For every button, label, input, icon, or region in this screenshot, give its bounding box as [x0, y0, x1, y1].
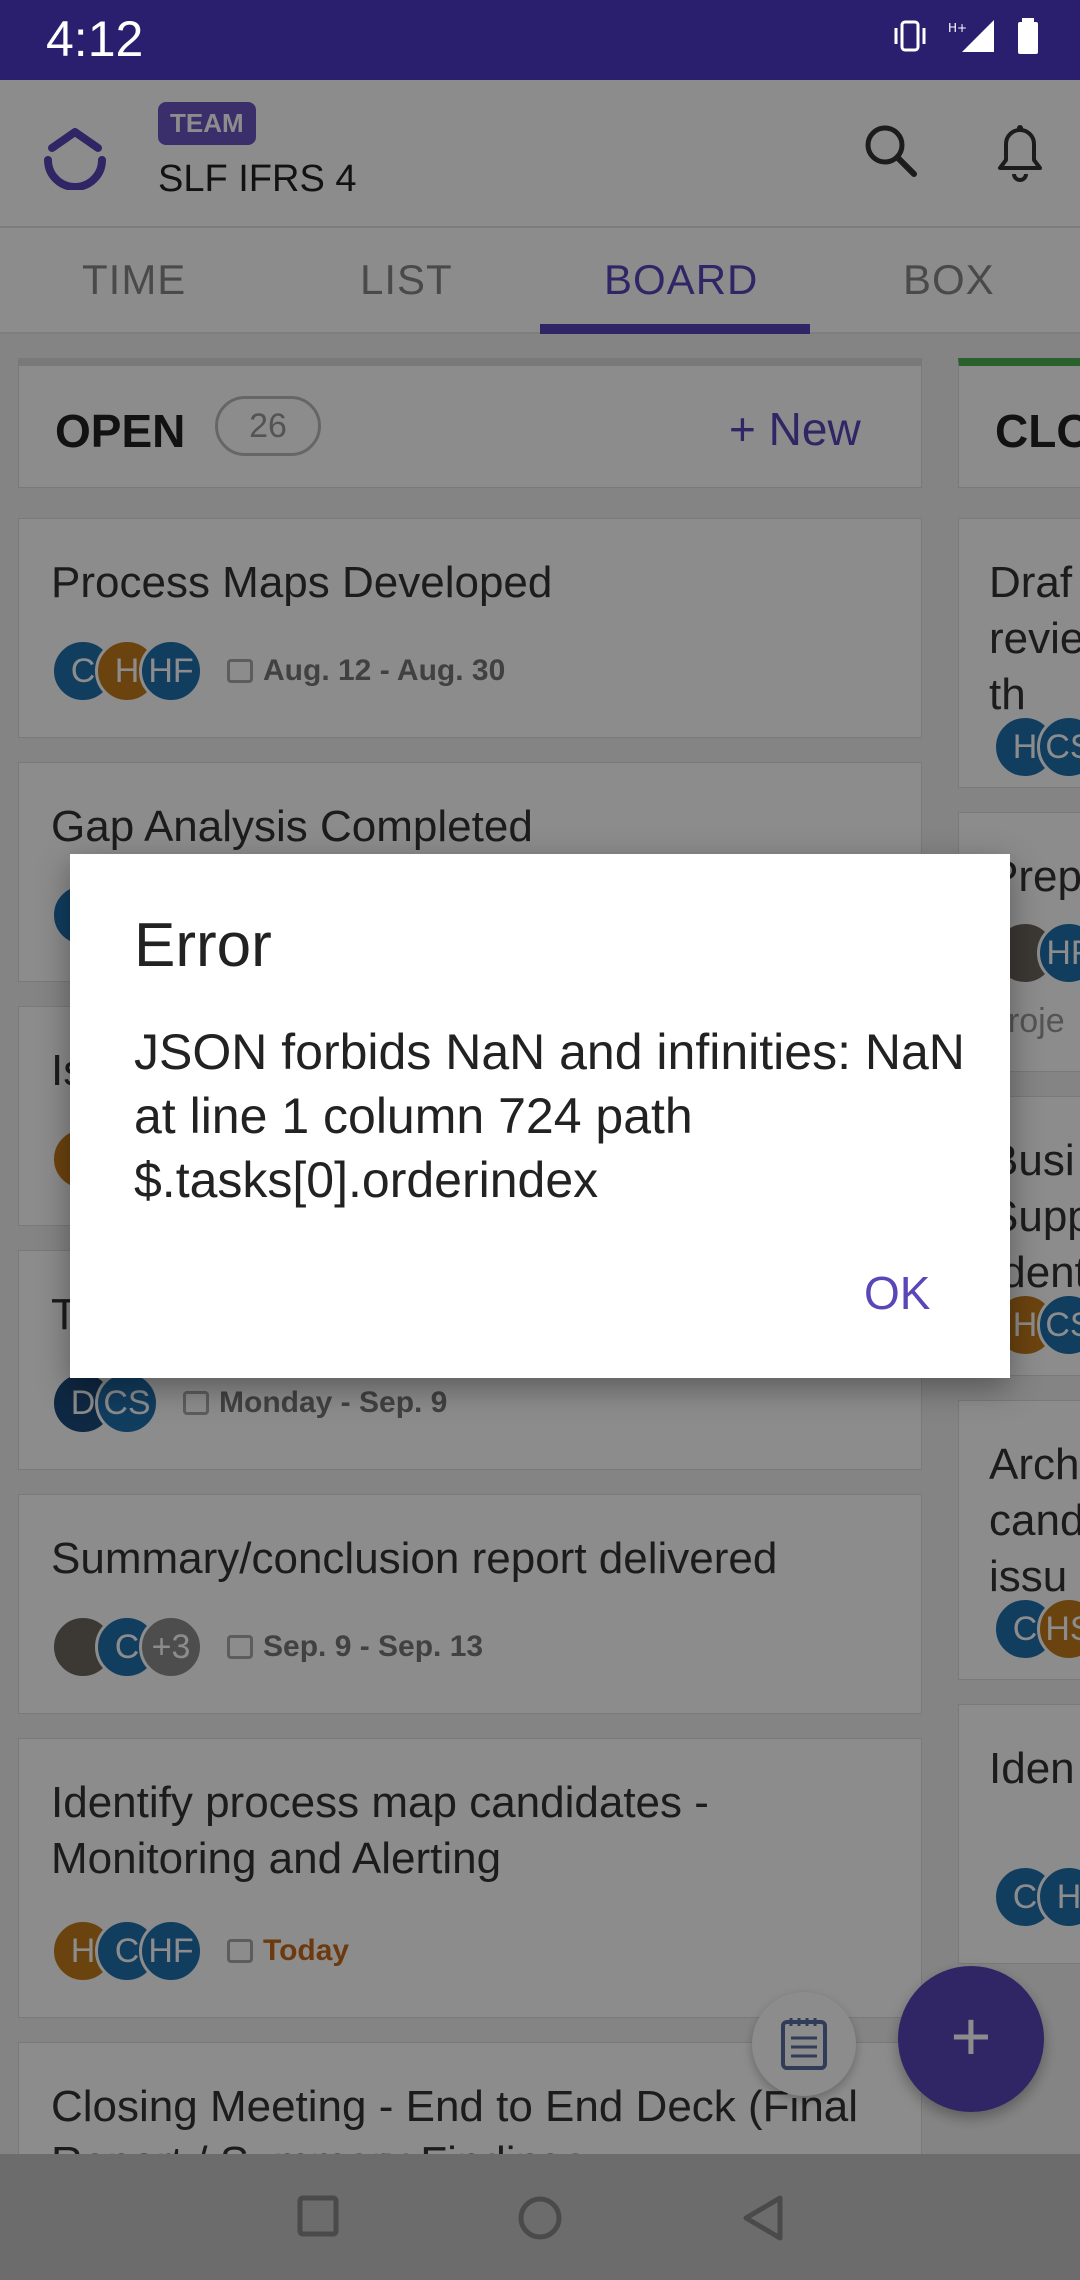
- system-nav-bar: [0, 2154, 1080, 2280]
- vibrate-icon: [894, 20, 926, 52]
- signal-icon: H+: [948, 20, 994, 52]
- status-time: 4:12: [46, 11, 144, 67]
- dialog-message: JSON forbids NaN and infinities: NaN at …: [134, 1024, 965, 1208]
- back-icon[interactable]: [740, 2194, 786, 2242]
- status-bar: 4:12 H+: [0, 0, 1080, 80]
- status-icons: H+: [890, 16, 1040, 56]
- svg-text:H+: H+: [948, 21, 967, 35]
- dialog-title: Error: [134, 911, 272, 980]
- home-icon[interactable]: [516, 2194, 564, 2242]
- ok-button[interactable]: OK: [864, 1266, 930, 1320]
- recents-icon[interactable]: [296, 2194, 340, 2238]
- battery-icon: [1018, 18, 1038, 54]
- error-dialog: Error JSON forbids NaN and infinities: N…: [70, 854, 1010, 1378]
